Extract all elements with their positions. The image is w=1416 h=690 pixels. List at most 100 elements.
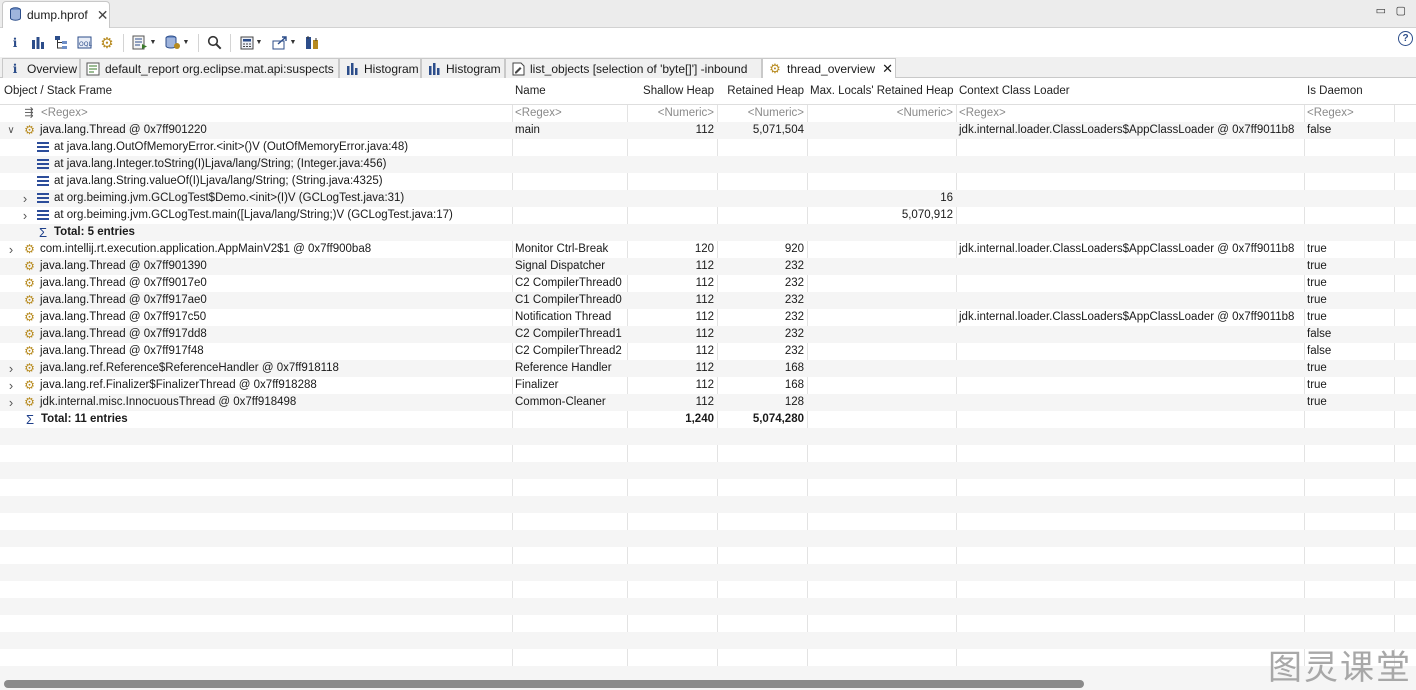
name-cell: Finalizer (515, 379, 559, 391)
expand-open-icon[interactable]: ∨ (6, 122, 16, 139)
thread-row[interactable]: › ⚙ com.intellij.rt.execution.application.… (0, 241, 1416, 258)
thread-row[interactable]: › ⚙ java.lang.ref.Finalizer$FinalizerThrea… (0, 377, 1416, 394)
stack-frame-row[interactable]: at java.lang.Integer.toString(I)Ljava/la… (0, 156, 1416, 173)
tab-histogram-1[interactable]: Histogram (339, 58, 421, 78)
filter-row: ⇶ <Regex> <Regex> <Numeric> <Numeric> <N… (0, 105, 1416, 122)
thread-icon: ⚙ (24, 310, 35, 324)
stack-frame-row[interactable]: at java.lang.String.valueOf(I)Ljava/lang… (0, 173, 1416, 190)
thread-row[interactable]: › ⚙ jdk.internal.misc.InnocuousThread @ 0x… (0, 394, 1416, 411)
expand-closed-icon[interactable]: › (6, 394, 16, 411)
column-header-object[interactable]: Object / Stack Frame (1, 78, 512, 105)
context-class-loader-cell (956, 173, 1304, 190)
filter-maxlocals-input[interactable]: <Numeric> (807, 105, 956, 122)
thread-row[interactable]: ⚙ java.lang.Thread @ 0x7ff917c50 Notificat… (0, 309, 1416, 326)
scrollbar-thumb[interactable] (4, 680, 1084, 688)
search-icon[interactable] (203, 32, 225, 54)
histogram-icon (427, 62, 441, 76)
object-cell: java.lang.Thread @ 0x7ff917f48 (40, 345, 204, 357)
thread-row[interactable]: ⚙ java.lang.Thread @ 0x7ff917f48 C2 Compil… (0, 343, 1416, 360)
expand-closed-icon[interactable]: › (6, 377, 16, 394)
stack-frame-row[interactable]: › at org.beiming.jvm.GCLogTest$Demo.<init… (0, 190, 1416, 207)
close-tab-icon[interactable]: ✕ (882, 61, 893, 77)
thread-row[interactable]: ⚙ java.lang.Thread @ 0x7ff917dd8 C2 Compil… (0, 326, 1416, 343)
retained-heap-cell (717, 156, 807, 173)
filter-retained-input[interactable]: <Numeric> (717, 105, 807, 122)
expand-closed-icon[interactable]: › (20, 207, 30, 224)
context-class-loader-cell: jdk.internal.loader.ClassLoaders$AppClas… (959, 124, 1295, 136)
object-cell: at java.lang.Integer.toString(I)Ljava/la… (54, 158, 387, 170)
tab-overview[interactable]: i Overview (2, 58, 80, 78)
object-cell: java.lang.ref.Reference$ReferenceHandler… (40, 362, 339, 374)
info-icon[interactable]: i (4, 32, 26, 54)
shallow-heap-cell: 112 (695, 277, 714, 289)
thread-row[interactable]: ⚙ java.lang.Thread @ 0x7ff9017e0 C2 Compil… (0, 275, 1416, 292)
group-icon[interactable] (301, 32, 323, 54)
expand-closed-icon[interactable]: › (6, 241, 16, 258)
thread-icon: ⚙ (24, 361, 35, 375)
horizontal-scrollbar[interactable] (0, 678, 1416, 690)
editor-tab-dump-hprof[interactable]: dump.hprof ✕ (2, 1, 110, 28)
column-header-context-class-loader[interactable]: Context Class Loader (956, 78, 1304, 105)
reports-dropdown[interactable]: ▼ (128, 32, 160, 54)
stack-frame-row[interactable]: at java.lang.OutOfMemoryError.<init>()V … (0, 139, 1416, 156)
thread-overview-table: Object / Stack Frame Name Shallow Heap R… (0, 78, 1416, 678)
max-locals-cell (807, 241, 956, 258)
query-browser-dropdown[interactable]: ▼ (161, 32, 193, 54)
is-daemon-cell (1304, 411, 1394, 428)
empty-row (0, 479, 1416, 496)
tab-list-objects[interactable]: list_objects [selection of 'byte[]'] -in… (505, 58, 762, 78)
name-cell: C2 CompilerThread1 (515, 328, 622, 340)
thread-row[interactable]: › ⚙ java.lang.ref.Reference$ReferenceHandl… (0, 360, 1416, 377)
thread-row[interactable]: ⚙ java.lang.Thread @ 0x7ff901390 Signal Di… (0, 258, 1416, 275)
max-locals-cell (807, 275, 956, 292)
close-tab-icon[interactable]: ✕ (97, 7, 109, 24)
filter-daemon-input[interactable]: <Regex> (1304, 105, 1394, 122)
minimize-icon[interactable]: ▭ (1376, 4, 1386, 17)
max-locals-cell: 16 (940, 192, 953, 204)
column-header-max-locals[interactable]: Max. Locals' Retained Heap (807, 78, 956, 105)
shallow-heap-cell: 112 (695, 328, 714, 340)
histogram-icon[interactable] (27, 32, 49, 54)
thread-icon: ⚙ (24, 378, 35, 392)
tab-label: list_objects [selection of 'byte[]'] -in… (530, 61, 748, 76)
total-row[interactable]: Σ Total: 5 entries (0, 224, 1416, 241)
tab-histogram-2[interactable]: Histogram (421, 58, 505, 78)
calculator-dropdown[interactable]: ▼ (235, 32, 267, 54)
shallow-heap-cell: 112 (695, 124, 714, 136)
expand-closed-icon[interactable]: › (20, 190, 30, 207)
info-icon: i (12, 61, 18, 76)
filter-shallow-input[interactable]: <Numeric> (627, 105, 717, 122)
stack-frame-row[interactable]: › at org.beiming.jvm.GCLogTest.main([Ljav… (0, 207, 1416, 224)
retained-heap-cell: 168 (784, 379, 804, 391)
column-header-is-daemon[interactable]: Is Daemon (1304, 78, 1394, 105)
max-locals-cell (807, 309, 956, 326)
tab-default-report[interactable]: default_report org.eclipse.mat.api:suspe… (80, 58, 339, 78)
column-header-retained-heap[interactable]: Retained Heap (717, 78, 807, 105)
maximize-icon[interactable]: ▢ (1396, 4, 1406, 17)
oql-icon[interactable]: OQL (73, 32, 95, 54)
thread-overview-icon[interactable]: ⚙ (96, 32, 118, 54)
help-icon[interactable]: ? (1398, 31, 1413, 46)
expand-closed-icon[interactable]: › (6, 360, 16, 377)
filter-name-input[interactable]: <Regex> (512, 105, 627, 122)
shallow-heap-cell: 1,240 (685, 413, 714, 425)
filter-loader-input[interactable]: <Regex> (956, 105, 1304, 122)
tab-label: thread_overview (787, 62, 876, 76)
max-locals-cell (807, 173, 956, 190)
thread-row[interactable]: ⚙ java.lang.Thread @ 0x7ff917ae0 C1 Compil… (0, 292, 1416, 309)
thread-icon: ⚙ (24, 293, 35, 307)
is-daemon-cell (1304, 190, 1394, 207)
export-dropdown[interactable]: ▼ (268, 32, 300, 54)
object-cell: java.lang.Thread @ 0x7ff901220 (40, 124, 207, 136)
column-header-name[interactable]: Name (512, 78, 627, 105)
thread-row[interactable]: ∨ ⚙ java.lang.Thread @ 0x7ff901220 main 112 5… (0, 122, 1416, 139)
dominator-tree-icon[interactable] (50, 32, 72, 54)
column-header-shallow-heap[interactable]: Shallow Heap (627, 78, 717, 105)
total-row[interactable]: Σ Total: 11 entries 1,240 5,074,280 (0, 411, 1416, 428)
object-cell: java.lang.Thread @ 0x7ff9017e0 (40, 277, 207, 289)
object-cell: java.lang.Thread @ 0x7ff917c50 (40, 311, 207, 323)
filter-object-input[interactable]: <Regex> (38, 105, 512, 122)
max-locals-cell (807, 377, 956, 394)
tab-thread-overview[interactable]: ⚙ thread_overview ✕ (762, 58, 896, 79)
retained-heap-cell: 920 (784, 243, 804, 255)
